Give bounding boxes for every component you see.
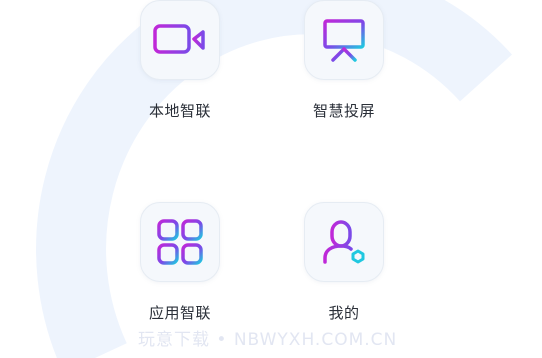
tile-icon-box[interactable] <box>304 0 384 80</box>
background-arc <box>36 0 512 358</box>
projection-screen-icon <box>323 19 365 62</box>
tile-smart-cast[interactable]: 智慧投屏 <box>284 0 404 121</box>
tile-label: 本地智联 <box>148 102 211 120</box>
tile-icon-box[interactable] <box>140 0 220 80</box>
tile-label: 智慧投屏 <box>312 102 375 120</box>
tile-icon-box[interactable] <box>304 202 384 282</box>
user-settings-icon <box>323 220 365 264</box>
tile-label: 应用智联 <box>148 304 211 322</box>
tile-app-link[interactable]: 应用智联 <box>120 202 240 323</box>
tile-label: 我的 <box>328 304 360 322</box>
tile-icon-box[interactable] <box>140 202 220 282</box>
video-camera-icon <box>153 24 205 54</box>
app-grid-icon <box>157 219 203 265</box>
tile-local-link[interactable]: 本地智联 <box>120 0 240 121</box>
tile-mine[interactable]: 我的 <box>284 202 404 323</box>
watermark: 玩意下载 • NBWYXH.COM.CN <box>138 330 398 350</box>
